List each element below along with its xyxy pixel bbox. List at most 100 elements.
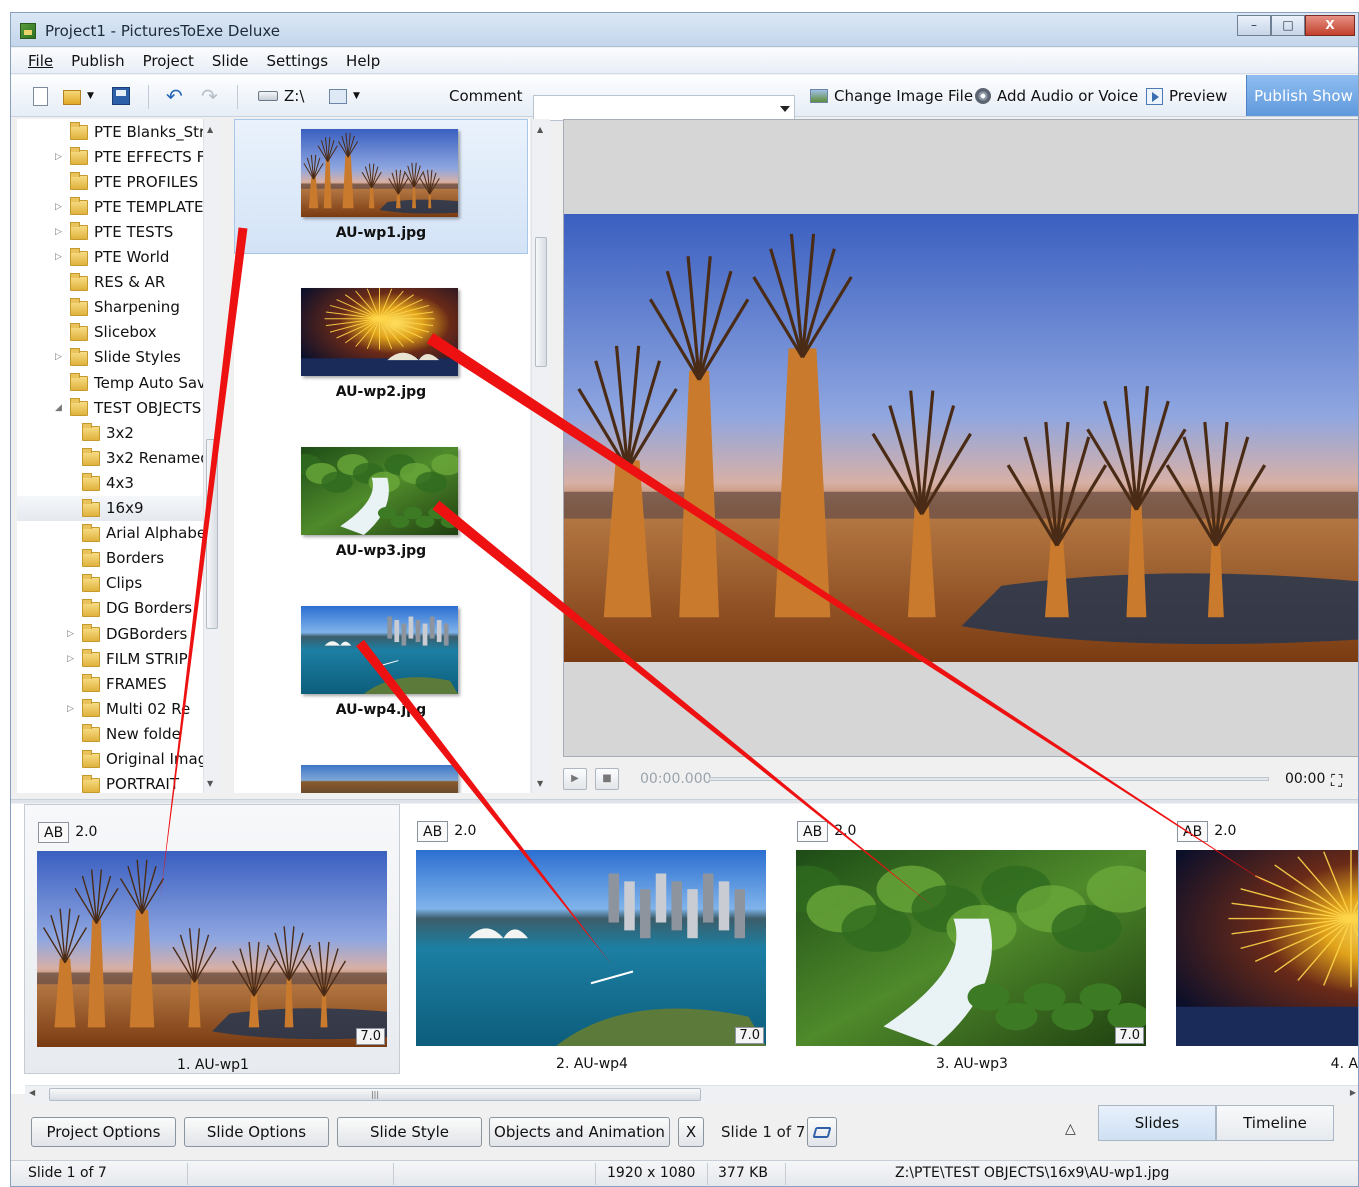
menu-settings[interactable]: Settings (258, 48, 338, 73)
change-image-file-button[interactable]: Change Image File (810, 84, 973, 108)
transition-info[interactable]: AB 2.0 (38, 821, 97, 843)
folder-tree-item[interactable]: RES & AR (17, 270, 217, 295)
folder-tree-item[interactable]: New folde (17, 721, 217, 746)
maximize-button[interactable]: □ (1271, 15, 1305, 36)
folder-tree-item[interactable]: PORTRAIT (17, 772, 217, 793)
file-thumbnail[interactable] (301, 606, 458, 694)
add-audio-button[interactable]: Add Audio or Voice (975, 84, 1138, 108)
slide-strip-scroll-thumb[interactable]: ||| (49, 1088, 701, 1101)
tab-timeline[interactable]: Timeline (1216, 1105, 1334, 1141)
scroll-down-icon[interactable]: ▼ (537, 779, 543, 788)
file-list[interactable]: AU-wp1.jpg AU-wp2.jpg AU-wp3.jpg AU-wp4.jpg (234, 119, 530, 793)
folder-tree-item[interactable]: 3x2 Renamed (17, 445, 217, 470)
undo-button[interactable]: ↶ (166, 84, 189, 108)
folder-tree-item[interactable]: 16x9 (17, 495, 217, 521)
minimize-button[interactable]: – (1237, 15, 1271, 36)
file-list-scroll-thumb[interactable] (535, 237, 547, 367)
folder-tree-scroll-thumb[interactable] (206, 439, 218, 629)
preview-button[interactable]: Preview (1146, 84, 1227, 108)
close-objects-button[interactable]: X (678, 1117, 704, 1147)
drive-button[interactable]: Z:\ (258, 84, 304, 108)
folder-tree-item[interactable]: Temp Auto Save (17, 370, 217, 395)
expand-arrow-icon[interactable]: ▷ (67, 629, 77, 639)
folder-tree-item[interactable]: FRAMES (17, 671, 217, 696)
folder-tree-item[interactable]: 3x2 (17, 420, 217, 445)
scroll-up-icon[interactable]: ▲ (537, 125, 543, 134)
collapse-panel-icon[interactable]: △ (1065, 1121, 1076, 1137)
folder-tree-item[interactable]: Arial Alphabet (17, 521, 217, 546)
folder-tree-item[interactable]: ▷ PTE TESTS (17, 219, 217, 244)
transition-effect-badge[interactable]: AB (38, 821, 70, 843)
slide-duration[interactable]: 7.0 (356, 1028, 385, 1045)
folder-tree-scrollbar[interactable]: ▲ ▼ (203, 119, 220, 793)
folder-tree-item[interactable]: ▷ PTE TEMPLATES (17, 194, 217, 219)
expand-arrow-icon[interactable]: ▷ (55, 152, 65, 162)
slide-strip[interactable]: AB 2.0 7.0 1. AU-wp1 AB 2.0 7.0 2. AU-wp4 AB 2.0 7… (11, 804, 1358, 1094)
publish-show-button[interactable]: Publish Show (1246, 75, 1358, 116)
play-button[interactable]: ▶ (563, 768, 587, 790)
tab-slides[interactable]: Slides (1098, 1105, 1216, 1141)
scroll-right-icon[interactable]: ▶ (1350, 1088, 1356, 1097)
open-project-button[interactable]: ▼ (63, 84, 94, 108)
chevron-down-icon[interactable] (780, 106, 790, 112)
playback-slider[interactable] (709, 777, 1269, 781)
folder-tree[interactable]: PTE Blanks_Strol ▷ PTE EFFECTS FO PTE PROFI… (17, 119, 217, 793)
stop-button[interactable]: ■ (595, 768, 619, 790)
transition-effect-badge[interactable]: AB (417, 820, 449, 842)
expand-arrow-icon[interactable]: ▷ (67, 654, 77, 664)
slide-card[interactable]: AB 2.0 7.0 2. AU-wp4 (404, 804, 780, 1074)
slide-thumbnail[interactable]: 7.0 (796, 850, 1146, 1046)
expand-arrow-icon[interactable]: ▷ (55, 352, 65, 362)
transition-effect-badge[interactable]: AB (1177, 820, 1209, 842)
slide-style-button[interactable]: Slide Style (337, 1117, 482, 1147)
menu-file[interactable]: File (19, 48, 62, 73)
project-options-button[interactable]: Project Options (31, 1117, 176, 1147)
close-button[interactable]: X (1305, 15, 1355, 36)
folder-tree-item[interactable]: 4x3 (17, 470, 217, 495)
view-dropdown-icon[interactable]: ▼ (353, 91, 360, 101)
folder-tree-item[interactable]: ▷ PTE World (17, 245, 217, 270)
folder-tree-item[interactable]: ▷ Slide Styles (17, 345, 217, 370)
slide-thumbnail[interactable]: 7.0 (1176, 850, 1358, 1046)
fullscreen-icon[interactable]: ⛶ (1331, 771, 1342, 791)
folder-tree-item[interactable]: ▷ DGBorders (17, 621, 217, 646)
title-bar[interactable]: Project1 - PicturesToExe Deluxe – □ X (11, 13, 1358, 47)
menu-slide[interactable]: Slide (203, 48, 258, 73)
slide-thumbnail[interactable]: 7.0 (37, 851, 387, 1047)
expand-arrow-icon[interactable]: ▷ (55, 252, 65, 262)
slide-card[interactable]: AB 2.0 7.0 1. AU-wp1 (24, 804, 400, 1074)
file-thumbnail[interactable] (301, 765, 458, 793)
file-thumbnail[interactable] (301, 129, 458, 217)
slide-strip-scrollbar[interactable]: ◀ ||| ▶ (25, 1085, 1358, 1103)
folder-tree-item[interactable]: PTE Blanks_Strol (17, 119, 217, 144)
slide-card[interactable]: AB 2.0 7.0 3. AU-wp3 (784, 804, 1160, 1074)
slide-thumbnail[interactable]: 7.0 (416, 850, 766, 1046)
file-list-scrollbar[interactable]: ▲ ▼ (531, 119, 550, 793)
folder-tree-item[interactable]: ▷ FILM STRIP (17, 646, 217, 671)
objects-animation-button[interactable]: Objects and Animation (489, 1117, 670, 1147)
slide-list-toggle-button[interactable] (807, 1117, 837, 1147)
scroll-left-icon[interactable]: ◀ (29, 1088, 35, 1097)
expand-arrow-icon[interactable]: ◢ (55, 403, 65, 413)
slide-duration[interactable]: 7.0 (1115, 1027, 1144, 1044)
transition-info[interactable]: AB 2.0 (1177, 820, 1236, 842)
folder-tree-item[interactable]: PTE PROFILES FC (17, 169, 217, 194)
expand-arrow-icon[interactable]: ▷ (55, 227, 65, 237)
expand-arrow-icon[interactable]: ▷ (55, 202, 65, 212)
transition-effect-badge[interactable]: AB (797, 820, 829, 842)
redo-button[interactable]: ↷ (201, 84, 224, 108)
slide-options-button[interactable]: Slide Options (184, 1117, 329, 1147)
file-thumbnail[interactable] (290, 447, 463, 535)
view-mode-button[interactable]: ▼ (329, 84, 360, 108)
folder-tree-item[interactable]: ▷ Multi 02 Re (17, 696, 217, 721)
folder-tree-item[interactable]: ◢ TEST OBJECTS (17, 395, 217, 420)
file-thumbnail[interactable] (301, 288, 458, 376)
transition-info[interactable]: AB 2.0 (797, 820, 856, 842)
folder-tree-item[interactable]: Original Image (17, 747, 217, 772)
menu-help[interactable]: Help (337, 48, 389, 73)
open-dropdown-icon[interactable]: ▼ (87, 91, 94, 101)
slide-duration[interactable]: 7.0 (735, 1027, 764, 1044)
folder-tree-item[interactable]: Clips (17, 571, 217, 596)
folder-tree-item[interactable]: Sharpening (17, 295, 217, 320)
menu-publish[interactable]: Publish (62, 48, 133, 73)
